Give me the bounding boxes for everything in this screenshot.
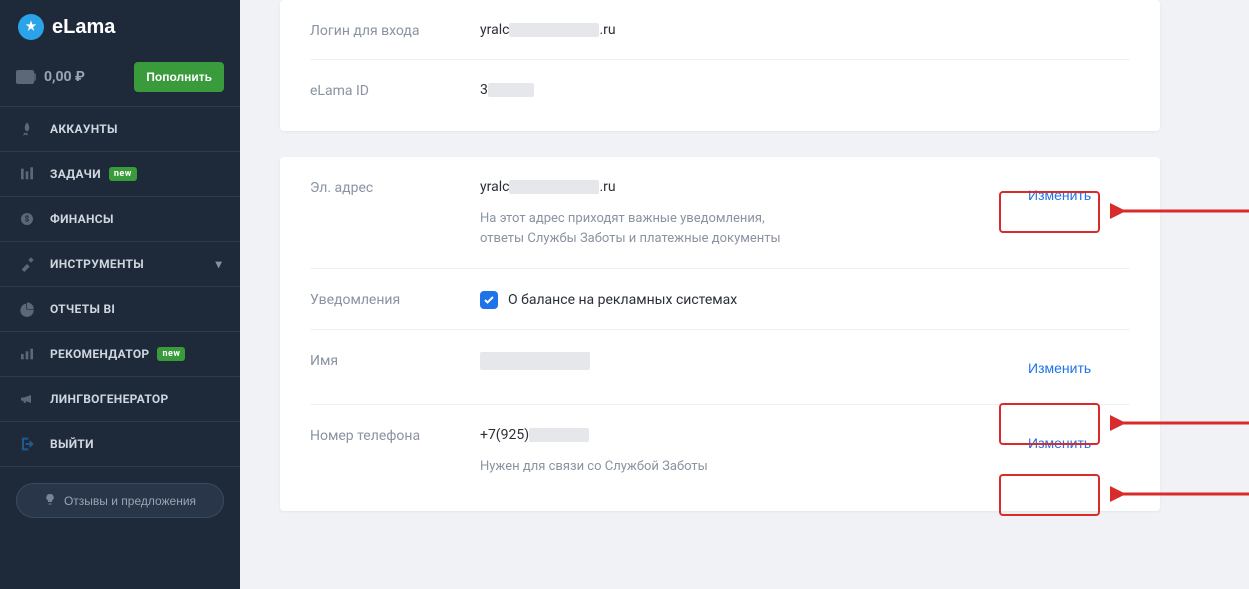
nav: АККАУНТЫ ЗАДАЧИ new $ ФИНАНСЫ ИНСТРУМЕНТ… [0, 107, 240, 467]
svg-text:$: $ [25, 215, 30, 224]
login-value: yralc.ru [480, 22, 1130, 38]
balance-amount: 0,00 ₽ [44, 69, 85, 85]
sidebar-item-recommender[interactable]: РЕКОМЕНДАТОР new [0, 332, 240, 377]
tools-icon [18, 256, 36, 272]
sidebar-item-exit[interactable]: ВЫЙТИ [0, 422, 240, 467]
login-label: Логин для входа [310, 22, 480, 39]
wallet-icon [16, 70, 34, 84]
sidebar-item-label: ФИНАНСЫ [50, 212, 114, 226]
phone-label: Номер телефона [310, 427, 480, 444]
name-label: Имя [310, 352, 480, 369]
sidebar-item-lingvo[interactable]: ЛИНГВОГЕНЕРАТОР [0, 377, 240, 422]
new-badge: new [109, 167, 137, 181]
chevron-down-icon: ▾ [216, 257, 222, 271]
logo-text: eLama [52, 16, 115, 39]
sidebar-item-label: ЛИНГВОГЕНЕРАТОР [50, 392, 169, 406]
piechart-icon [18, 301, 36, 317]
feedback-button[interactable]: Отзывы и предложения [16, 483, 224, 518]
bars-icon [18, 346, 36, 362]
card-account: Логин для входа yralc.ru eLama ID 3 [280, 0, 1160, 131]
balance-notify-label: О балансе на рекламных системах [508, 292, 737, 308]
email-value: yralc.ru На этот адрес приходят важные у… [480, 179, 1010, 248]
topup-button[interactable]: Пополнить [134, 62, 224, 92]
sidebar-item-label: РЕКОМЕНДАТОР [50, 347, 149, 361]
phone-value: +7(925) Нужен для связи со Службой Забот… [480, 427, 1010, 477]
exit-icon [18, 436, 36, 452]
sidebar: eLama 0,00 ₽ Пополнить АККАУНТЫ ЗАДАЧИ n… [0, 0, 240, 589]
sidebar-item-finance[interactable]: $ ФИНАНСЫ [0, 197, 240, 242]
notifications-label: Уведомления [310, 291, 480, 308]
email-hint: На этот адрес приходят важные уведомлени… [480, 209, 1010, 248]
main: Логин для входа yralc.ru eLama ID 3 Эл. … [240, 0, 1249, 589]
sidebar-item-label: АККАУНТЫ [50, 122, 118, 136]
name-value [480, 352, 1010, 370]
megaphone-icon [18, 391, 36, 407]
balance-notify-checkbox[interactable] [480, 291, 498, 309]
sidebar-item-label: ЗАДАЧИ [50, 167, 101, 181]
tasks-icon [18, 166, 36, 182]
balance-row: 0,00 ₽ Пополнить [0, 52, 240, 107]
finance-icon: $ [18, 211, 36, 227]
change-name-button[interactable]: Изменить [1010, 352, 1109, 384]
sidebar-item-accounts[interactable]: АККАУНТЫ [0, 107, 240, 152]
sidebar-item-label: ВЫЙТИ [50, 437, 94, 451]
notifications-value: О балансе на рекламных системах [480, 291, 1010, 309]
elama-id-value: 3 [480, 82, 1130, 98]
row-email: Эл. адрес yralc.ru На этот адрес приходя… [310, 157, 1130, 269]
row-elama-id: eLama ID 3 [280, 60, 1160, 125]
row-phone: Номер телефона +7(925) Нужен для связи с… [280, 405, 1160, 497]
sidebar-item-reports[interactable]: ОТЧЕТЫ BI [0, 287, 240, 332]
sidebar-item-tasks[interactable]: ЗАДАЧИ new [0, 152, 240, 197]
logo[interactable]: eLama [0, 0, 240, 52]
rocket-icon [18, 121, 36, 137]
feedback-label: Отзывы и предложения [64, 494, 196, 508]
row-name: Имя Изменить [310, 330, 1130, 405]
elama-id-label: eLama ID [310, 82, 480, 99]
logo-icon [18, 14, 44, 40]
bulb-icon [44, 493, 56, 508]
card-profile: Эл. адрес yralc.ru На этот адрес приходя… [280, 157, 1160, 511]
email-label: Эл. адрес [310, 179, 480, 196]
sidebar-item-label: ИНСТРУМЕНТЫ [50, 257, 144, 271]
row-login: Логин для входа yralc.ru [310, 0, 1130, 60]
phone-hint: Нужен для связи со Службой Заботы [480, 457, 1010, 477]
sidebar-item-label: ОТЧЕТЫ BI [50, 302, 115, 316]
change-email-button[interactable]: Изменить [1010, 179, 1109, 211]
sidebar-item-tools[interactable]: ИНСТРУМЕНТЫ ▾ [0, 242, 240, 287]
change-phone-button[interactable]: Изменить [1010, 427, 1109, 459]
row-notifications: Уведомления О балансе на рекламных систе… [310, 269, 1130, 330]
new-badge: new [157, 347, 185, 361]
